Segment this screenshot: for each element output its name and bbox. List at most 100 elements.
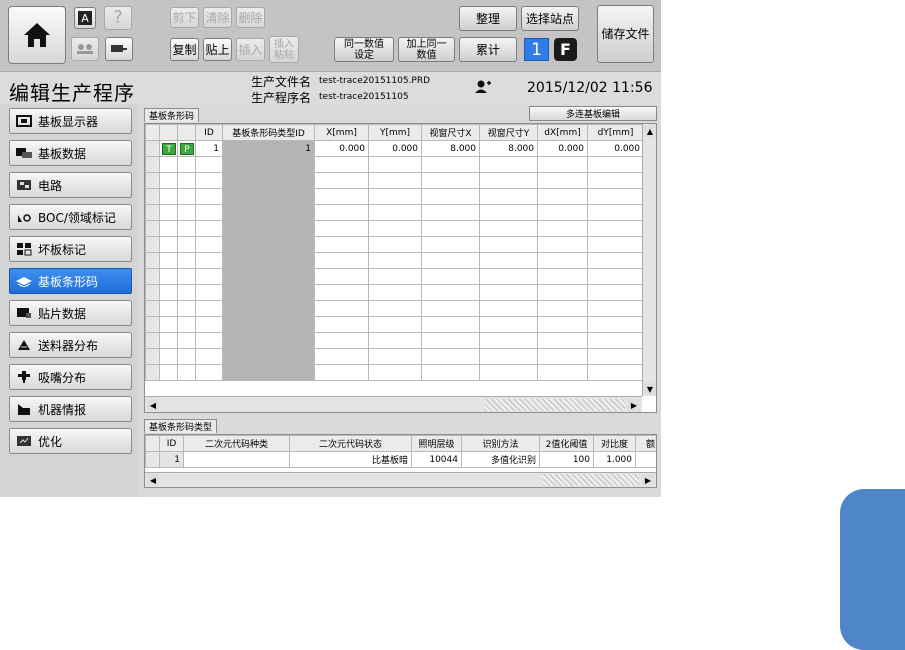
empty-cell[interactable] (314, 204, 369, 221)
add-same-value-button[interactable]: 加上同一 数值 (398, 37, 455, 62)
empty-cell[interactable] (177, 268, 196, 285)
organize-button[interactable]: 整理 (459, 6, 517, 31)
row-header[interactable] (145, 156, 160, 173)
empty-cell[interactable] (222, 348, 315, 365)
contrast-cell[interactable]: 1.000 (593, 451, 636, 468)
copy-button[interactable]: 复制 (170, 38, 199, 61)
scroll-thumb[interactable] (485, 399, 625, 411)
empty-cell[interactable] (479, 252, 538, 269)
empty-cell[interactable] (195, 300, 223, 317)
empty-cell[interactable] (195, 316, 223, 333)
select-site-button[interactable]: 选择站点 (521, 6, 579, 31)
multi-board-edit-button[interactable]: 多连基板编辑 (529, 106, 657, 121)
empty-cell[interactable] (177, 284, 196, 301)
empty-cell[interactable] (479, 220, 538, 237)
scroll-up-icon[interactable]: ▲ (644, 125, 656, 137)
empty-cell[interactable] (479, 300, 538, 317)
empty-cell[interactable] (587, 172, 644, 189)
empty-cell[interactable] (195, 156, 223, 173)
empty-cell[interactable] (177, 332, 196, 349)
empty-cell[interactable] (587, 188, 644, 205)
empty-cell[interactable] (177, 348, 196, 365)
empty-cell[interactable] (587, 220, 644, 237)
cut-button[interactable]: 剪下 (170, 7, 199, 28)
id-cell[interactable]: 1 (195, 140, 223, 157)
empty-cell[interactable] (587, 252, 644, 269)
row-header[interactable] (145, 348, 160, 365)
accumulate-button[interactable]: 累计 (459, 37, 517, 62)
empty-cell[interactable] (368, 188, 422, 205)
empty-cell[interactable] (222, 316, 315, 333)
id-cell[interactable]: 1 (159, 451, 184, 468)
empty-cell[interactable] (479, 156, 538, 173)
empty-cell[interactable] (314, 284, 369, 301)
type-id-cell[interactable]: 1 (222, 140, 315, 157)
empty-cell[interactable] (159, 284, 178, 301)
user-icon[interactable] (474, 80, 492, 97)
empty-cell[interactable] (314, 236, 369, 253)
empty-cell[interactable] (537, 252, 588, 269)
row-header[interactable] (145, 332, 160, 349)
empty-cell[interactable] (177, 252, 196, 269)
sidebar-item-board-display[interactable]: 基板显示器 (9, 108, 132, 134)
row-header[interactable] (145, 220, 160, 237)
scroll-thumb[interactable] (543, 474, 639, 486)
empty-cell[interactable] (421, 284, 480, 301)
empty-cell[interactable] (421, 252, 480, 269)
empty-cell[interactable] (195, 268, 223, 285)
empty-cell[interactable] (421, 172, 480, 189)
empty-cell[interactable] (177, 364, 196, 381)
dx-cell[interactable]: 0.000 (537, 140, 588, 157)
empty-cell[interactable] (159, 204, 178, 221)
empty-cell[interactable] (537, 156, 588, 173)
keyboard-a-button[interactable]: A (74, 7, 96, 29)
empty-cell[interactable] (159, 316, 178, 333)
empty-cell[interactable] (421, 220, 480, 237)
empty-cell[interactable] (177, 204, 196, 221)
empty-table-row[interactable] (145, 300, 644, 317)
empty-cell[interactable] (479, 316, 538, 333)
empty-cell[interactable] (421, 332, 480, 349)
p-flag[interactable]: P (180, 142, 194, 155)
site-number-badge[interactable]: 1 (524, 38, 549, 61)
row-header[interactable] (145, 316, 160, 333)
empty-cell[interactable] (421, 188, 480, 205)
x-cell[interactable]: 0.000 (314, 140, 369, 157)
empty-cell[interactable] (537, 348, 588, 365)
scroll-left-icon[interactable]: ◀ (147, 399, 159, 411)
empty-cell[interactable] (479, 204, 538, 221)
empty-cell[interactable] (479, 348, 538, 365)
empty-cell[interactable] (421, 316, 480, 333)
row-header[interactable] (145, 300, 160, 317)
scroll-right-icon[interactable]: ▶ (628, 399, 640, 411)
empty-cell[interactable] (159, 300, 178, 317)
empty-cell[interactable] (177, 156, 196, 173)
window-y-cell[interactable]: 8.000 (479, 140, 538, 157)
empty-cell[interactable] (159, 348, 178, 365)
empty-cell[interactable] (587, 284, 644, 301)
empty-cell[interactable] (195, 348, 223, 365)
sidebar-item-bad-board[interactable]: 坏板标记 (9, 236, 132, 262)
empty-cell[interactable] (314, 364, 369, 381)
empty-table-row[interactable] (145, 188, 644, 205)
insert-button[interactable]: 插入 (236, 38, 265, 61)
empty-cell[interactable] (537, 236, 588, 253)
empty-cell[interactable] (314, 156, 369, 173)
y-cell[interactable]: 0.000 (368, 140, 422, 157)
empty-cell[interactable] (368, 332, 422, 349)
empty-cell[interactable] (368, 348, 422, 365)
empty-cell[interactable] (195, 364, 223, 381)
empty-cell[interactable] (368, 236, 422, 253)
empty-cell[interactable] (159, 172, 178, 189)
empty-cell[interactable] (159, 268, 178, 285)
empty-cell[interactable] (368, 156, 422, 173)
empty-cell[interactable] (368, 252, 422, 269)
empty-cell[interactable] (421, 300, 480, 317)
row-header[interactable] (145, 140, 160, 157)
insert-paste-button[interactable]: 插入 粘贴 (269, 36, 299, 63)
empty-cell[interactable] (314, 316, 369, 333)
empty-cell[interactable] (479, 236, 538, 253)
sidebar-item-barcode[interactable]: 基板条形码 (9, 268, 132, 294)
empty-cell[interactable] (537, 172, 588, 189)
empty-cell[interactable] (314, 172, 369, 189)
